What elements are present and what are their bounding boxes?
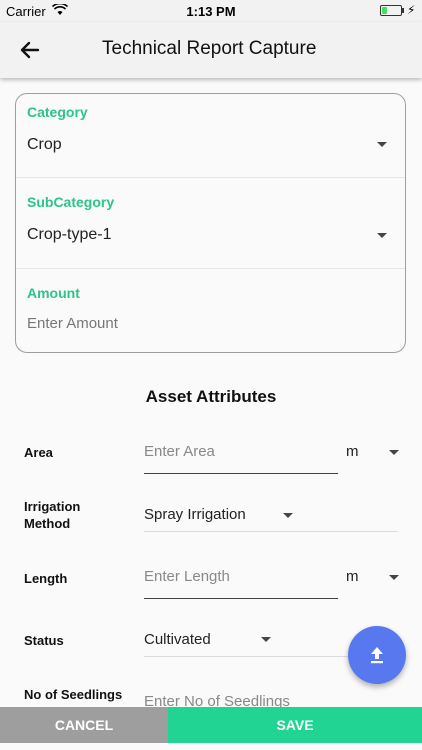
caret-down-icon: [377, 233, 387, 238]
irrigation-method-value: Spray Irrigation: [144, 506, 246, 523]
category-dropdown[interactable]: Category Crop: [16, 94, 405, 177]
charging-bolt-icon: ⚡: [407, 3, 416, 17]
amount-placeholder: Enter Amount: [27, 315, 118, 332]
status-label: Status: [24, 633, 64, 648]
back-button[interactable]: [16, 36, 44, 64]
upload-icon: [371, 647, 383, 664]
caret-down-icon: [389, 575, 399, 580]
caret-down-icon: [377, 142, 387, 147]
subcategory-value: Crop-type-1: [27, 226, 112, 243]
length-label: Length: [24, 571, 68, 586]
area-placeholder: Enter Area: [144, 443, 215, 460]
amount-input[interactable]: Amount Enter Amount: [16, 269, 405, 352]
area-label: Area: [24, 445, 53, 460]
page-title: Technical Report Capture: [102, 38, 317, 59]
seedlings-label: No of Seedlings: [24, 687, 123, 702]
section-title: Asset Attributes: [145, 387, 277, 406]
amount-label: Amount: [27, 285, 80, 301]
category-value: Crop: [27, 136, 62, 153]
subcategory-label: SubCategory: [27, 194, 115, 210]
upload-button[interactable]: [348, 626, 406, 684]
status-time: 1:13 PM: [186, 4, 236, 19]
bottom-safe-area: [0, 743, 422, 750]
caret-down-icon: [283, 513, 293, 518]
cancel-button[interactable]: CANCEL: [0, 707, 168, 743]
battery-level: [382, 7, 387, 14]
battery-icon: [380, 5, 402, 16]
save-button[interactable]: SAVE: [168, 707, 422, 743]
caret-down-icon: [389, 450, 399, 455]
length-placeholder: Enter Length: [144, 568, 230, 585]
area-unit: m: [346, 443, 359, 460]
caret-down-icon: [261, 637, 271, 642]
irrigation-method-label: Irrigation Method: [24, 499, 81, 531]
subcategory-dropdown[interactable]: SubCategory Crop-type-1: [16, 178, 405, 268]
arrow-left-icon: [20, 41, 40, 59]
area-underline: [144, 473, 338, 474]
category-label: Category: [27, 104, 88, 120]
status-value: Cultivated: [144, 631, 211, 648]
battery-nub: [402, 8, 404, 13]
status-underline: [144, 656, 354, 657]
irrigation-underline: [144, 531, 398, 532]
app-bar: Technical Report Capture: [0, 22, 422, 78]
form-card: Category Crop SubCategory Crop-type-1 Am…: [15, 93, 406, 353]
status-bar: Carrier 1:13 PM ⚡: [0, 0, 422, 22]
length-unit: m: [346, 568, 359, 585]
length-underline: [144, 598, 338, 599]
